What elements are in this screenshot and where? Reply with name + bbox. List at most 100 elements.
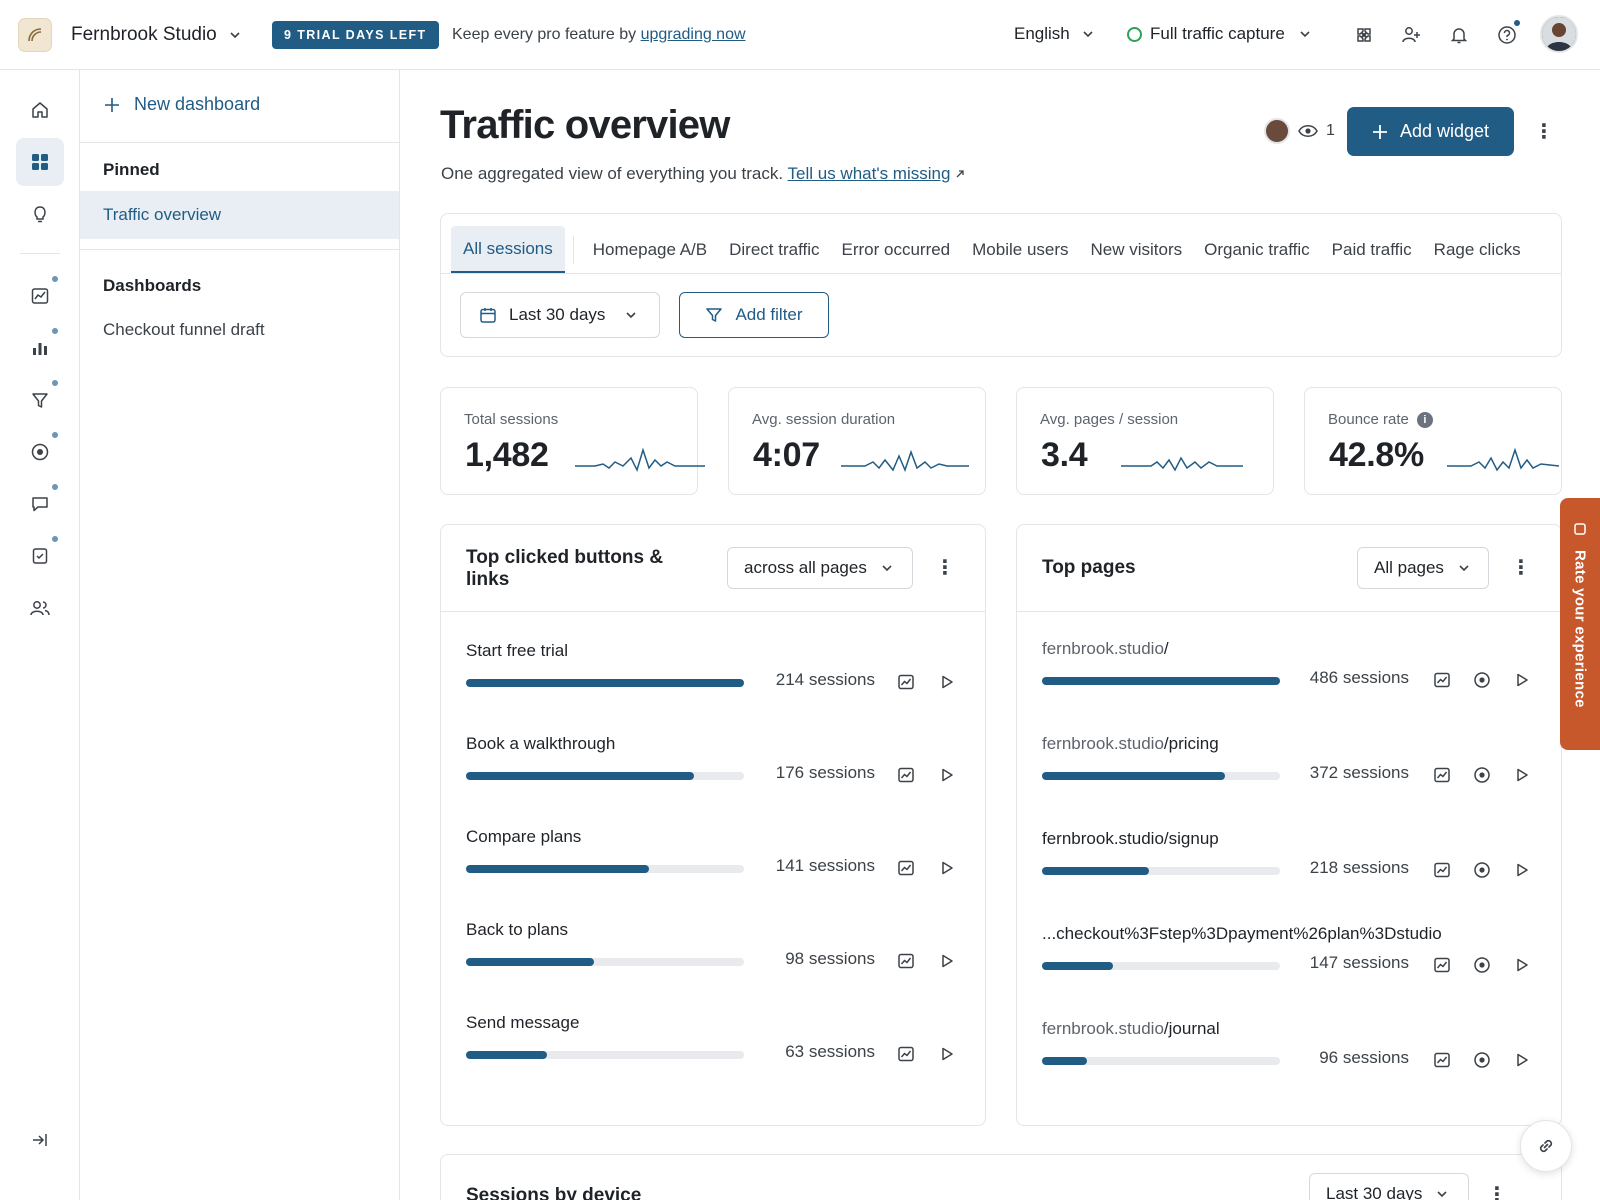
pages-scope-select[interactable]: All pages — [1357, 547, 1489, 589]
stat-card-bounce-rate[interactable]: Bounce rate i 42.8% — [1304, 387, 1562, 495]
trends-icon[interactable] — [895, 764, 917, 786]
info-icon[interactable]: i — [1416, 411, 1433, 428]
workspace-logo[interactable] — [18, 18, 52, 52]
row-domain: fernbrook.studio — [1042, 639, 1164, 658]
bell-icon[interactable] — [1446, 22, 1472, 48]
stat-value: 1,482 — [465, 436, 549, 474]
chevron-down-icon — [230, 32, 240, 39]
play-icon[interactable] — [936, 671, 958, 693]
add-filter-button[interactable]: Add filter — [679, 292, 829, 338]
stat-value: 3.4 — [1041, 436, 1088, 474]
sidebar-divider — [80, 142, 400, 143]
date-range-select[interactable]: Last 30 days — [460, 292, 660, 338]
trends-icon[interactable] — [895, 857, 917, 879]
dashboards-icon[interactable] — [16, 138, 64, 186]
copy-link-button[interactable] — [1520, 1120, 1572, 1172]
stat-card-total-sessions[interactable]: Total sessions 1,482 — [440, 387, 705, 495]
panel-title: Sessions by device — [466, 1185, 642, 1200]
row-label: fernbrook.studio/journal — [1042, 1019, 1220, 1039]
play-icon[interactable] — [936, 950, 958, 972]
stat-card-avg-pages-per-session[interactable]: Avg. pages / session 3.4 — [1016, 387, 1274, 495]
sidebar-item-checkout-funnel-draft[interactable]: Checkout funnel draft — [80, 306, 399, 354]
tab-error-occurred[interactable]: Error occurred — [831, 226, 962, 274]
funnel-icon[interactable] — [16, 376, 64, 424]
add-widget-button[interactable]: Add widget — [1347, 107, 1514, 156]
play-icon[interactable] — [1511, 859, 1533, 881]
heatmap-icon[interactable] — [1471, 669, 1493, 691]
target-icon[interactable] — [16, 428, 64, 476]
tab-rage-clicks[interactable]: Rage clicks — [1423, 226, 1532, 274]
tab-paid-traffic[interactable]: Paid traffic — [1321, 226, 1423, 274]
trends-icon[interactable] — [895, 1043, 917, 1065]
rate-experience-tab[interactable]: Rate your experience — [1560, 498, 1600, 750]
new-dashboard-label: New dashboard — [134, 94, 261, 114]
heatmap-icon[interactable] — [1471, 859, 1493, 881]
puzzle-icon[interactable] — [1351, 22, 1377, 48]
tab-homepage-ab[interactable]: Homepage A/B — [582, 226, 718, 274]
avatar-image — [1542, 17, 1576, 51]
trends-icon[interactable] — [1431, 859, 1453, 881]
row-label: fernbrook.studio/pricing — [1042, 734, 1219, 754]
play-icon[interactable] — [1511, 764, 1533, 786]
language-select[interactable]: English — [1014, 24, 1094, 44]
play-icon[interactable] — [936, 857, 958, 879]
trends-icon[interactable] — [895, 950, 917, 972]
trends-icon[interactable] — [1431, 1049, 1453, 1071]
tab-all-sessions[interactable]: All sessions — [451, 226, 565, 274]
tabs-divider — [441, 273, 1561, 274]
trends-icon[interactable] — [1431, 669, 1453, 691]
play-icon[interactable] — [1511, 669, 1533, 691]
workspace-switcher[interactable]: Fernbrook Studio — [71, 24, 241, 46]
bar-track — [1042, 677, 1280, 685]
eye-icon — [1298, 125, 1318, 137]
tab-organic-traffic[interactable]: Organic traffic — [1193, 226, 1321, 274]
trends-icon[interactable] — [1431, 954, 1453, 976]
tab-direct-traffic[interactable]: Direct traffic — [718, 226, 830, 274]
bar-fill — [466, 958, 594, 966]
tab-mobile-users[interactable]: Mobile users — [961, 226, 1079, 274]
row-count: 176 sessions — [775, 763, 875, 782]
home-icon[interactable] — [16, 86, 64, 134]
chat-icon[interactable] — [16, 480, 64, 528]
panel-more-icon[interactable]: ⋮ — [1485, 1183, 1509, 1200]
sidebar-item-traffic-overview[interactable]: Traffic overview — [80, 191, 399, 239]
trends-icon[interactable] — [1431, 764, 1453, 786]
feedback-link[interactable]: Tell us what's missing — [788, 164, 951, 183]
bar-fill — [1042, 962, 1114, 970]
heatmap-icon[interactable] — [1471, 764, 1493, 786]
trends-icon[interactable] — [895, 671, 917, 693]
bar-fill — [466, 772, 694, 780]
language-label: English — [1014, 24, 1070, 43]
lightbulb-icon[interactable] — [16, 190, 64, 238]
viewers-indicator[interactable]: 1 — [1264, 118, 1335, 144]
survey-icon[interactable] — [16, 532, 64, 580]
new-dot — [52, 380, 58, 386]
filter-icon — [706, 308, 723, 322]
add-user-icon[interactable] — [1398, 22, 1424, 48]
stat-card-avg-session-duration[interactable]: Avg. session duration 4:07 — [728, 387, 986, 495]
heatmap-icon[interactable] — [1471, 954, 1493, 976]
sessions-by-device-panel: Sessions by device Last 30 days ⋮ — [440, 1154, 1562, 1200]
device-range-select[interactable]: Last 30 days — [1309, 1173, 1469, 1200]
panel-more-icon[interactable]: ⋮ — [1509, 556, 1533, 580]
clicked-scope-select[interactable]: across all pages — [727, 547, 913, 589]
trends-icon[interactable] — [16, 272, 64, 320]
page-more-icon[interactable]: ⋮ — [1532, 120, 1556, 144]
user-avatar[interactable] — [1540, 15, 1578, 53]
play-icon[interactable] — [1511, 954, 1533, 976]
workspace-name: Fernbrook Studio — [71, 24, 217, 45]
collapse-icon[interactable] — [16, 1116, 64, 1164]
play-icon[interactable] — [936, 1043, 958, 1065]
users-icon[interactable] — [16, 584, 64, 632]
page-subtitle-text: One aggregated view of everything you tr… — [441, 164, 784, 183]
heatmap-icon[interactable] — [1471, 1049, 1493, 1071]
play-icon[interactable] — [936, 764, 958, 786]
panel-more-icon[interactable]: ⋮ — [933, 556, 957, 580]
bar-chart-icon[interactable] — [16, 324, 64, 372]
chevron-down-icon — [1459, 565, 1469, 572]
play-icon[interactable] — [1511, 1049, 1533, 1071]
capture-mode-select[interactable]: Full traffic capture — [1127, 24, 1311, 44]
tab-new-visitors[interactable]: New visitors — [1080, 226, 1194, 274]
upgrade-link[interactable]: upgrading now — [641, 26, 746, 43]
new-dashboard-button[interactable]: New dashboard — [104, 94, 260, 115]
